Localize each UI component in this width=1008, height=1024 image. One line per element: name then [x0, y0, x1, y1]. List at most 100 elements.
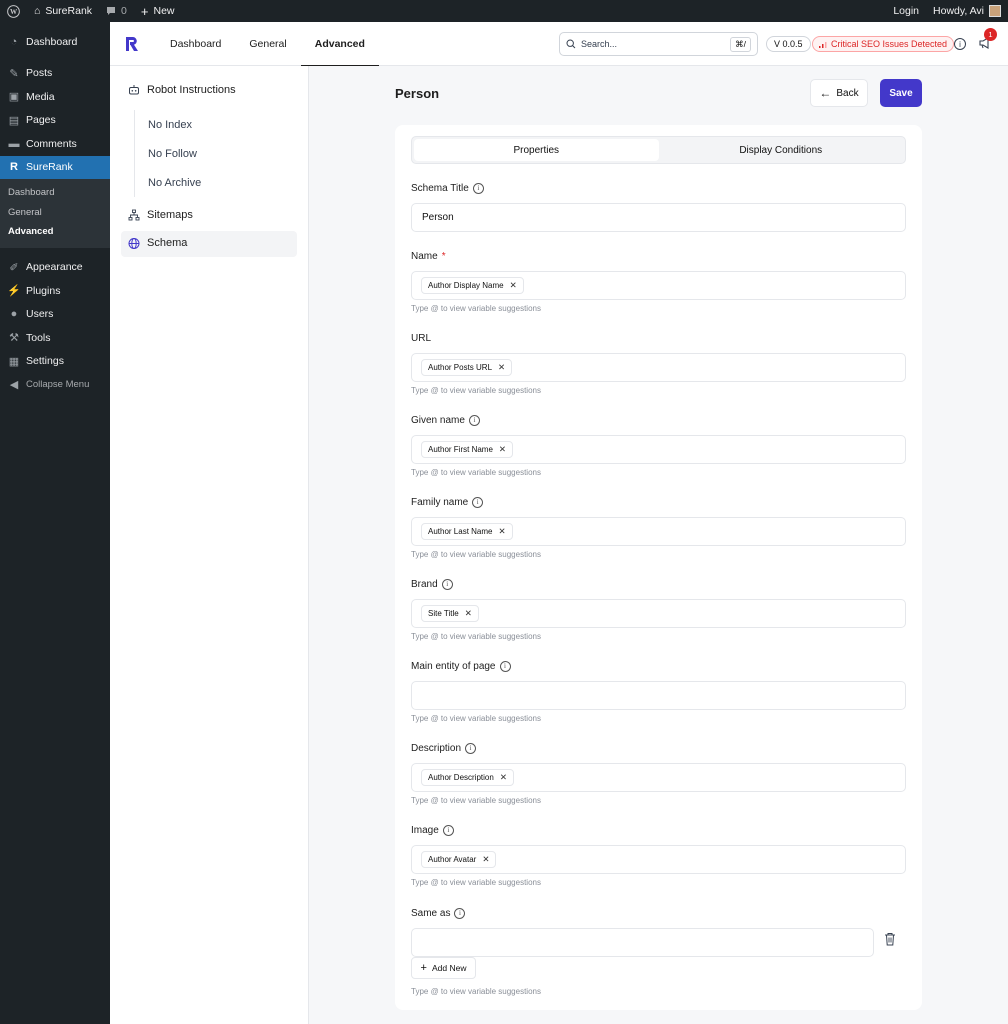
- variable-chip: Author Display Name ✕: [421, 277, 524, 294]
- menu-surerank[interactable]: R SureRank: [0, 155, 110, 179]
- remove-chip-icon[interactable]: ✕: [465, 608, 472, 619]
- tab-display-conditions[interactable]: Display Conditions: [659, 139, 904, 161]
- info-icon[interactable]: i: [499, 660, 511, 672]
- page-title: Person: [395, 86, 440, 101]
- collapse-menu-button[interactable]: ◀ Collapse Menu: [0, 373, 110, 397]
- collapse-icon: ◀: [9, 379, 19, 392]
- seo-alert-badge[interactable]: Critical SEO Issues Detected: [812, 36, 955, 52]
- remove-chip-icon[interactable]: ✕: [500, 772, 507, 783]
- info-icon[interactable]: i: [465, 742, 477, 754]
- brand-input[interactable]: Site Title ✕: [411, 599, 906, 628]
- trash-icon[interactable]: [884, 932, 896, 946]
- menu-media[interactable]: ▣ Media: [0, 85, 110, 109]
- search-icon: [566, 39, 576, 49]
- remove-chip-icon[interactable]: ✕: [510, 280, 517, 291]
- surerank-submenu: Dashboard General Advanced: [0, 179, 110, 248]
- brush-icon: ✐: [9, 261, 19, 274]
- given-name-input[interactable]: Author First Name ✕: [411, 435, 906, 464]
- save-button[interactable]: Save: [880, 79, 922, 107]
- robot-subitems: No Index No Follow No Archive: [134, 110, 201, 197]
- same-as-hint-wrap: Type @ to view variable suggestions: [411, 983, 906, 996]
- remove-chip-icon[interactable]: ✕: [482, 854, 489, 865]
- tab-general[interactable]: General: [235, 22, 300, 66]
- variable-chip: Author Posts URL ✕: [421, 359, 513, 376]
- info-icon[interactable]: i: [454, 907, 466, 919]
- menu-dashboard[interactable]: ◔ Dashboard: [0, 30, 110, 54]
- url-field: URL Author Posts URL ✕ Type @ to view var…: [411, 331, 906, 395]
- sidebar-item-sitemaps[interactable]: Sitemaps: [128, 209, 193, 221]
- notification-count-badge: 1: [984, 28, 997, 41]
- family-name-input[interactable]: Author Last Name ✕: [411, 517, 906, 546]
- surerank-logo-icon[interactable]: [124, 36, 140, 52]
- comment-icon: [107, 7, 116, 15]
- menu-plugins[interactable]: ⚡ Plugins: [0, 279, 110, 303]
- field-hint: Type @ to view variable suggestions: [411, 796, 541, 805]
- comments-link[interactable]: 0: [99, 0, 134, 22]
- variable-chip: Author Last Name ✕: [421, 523, 513, 540]
- menu-comments[interactable]: ▬ Comments: [0, 132, 110, 156]
- sidebar-item-no-archive[interactable]: No Archive: [135, 168, 201, 197]
- info-icon[interactable]: i: [442, 824, 454, 836]
- settings-icon: ▦: [8, 355, 20, 368]
- pin-icon: ✎: [9, 67, 19, 80]
- description-input[interactable]: Author Description ✕: [411, 763, 906, 792]
- info-icon[interactable]: i: [472, 496, 484, 508]
- sidebar-item-no-index[interactable]: No Index: [135, 110, 201, 139]
- menu-tools[interactable]: ⚒ Tools: [0, 326, 110, 350]
- main-entity-input[interactable]: [411, 681, 906, 710]
- menu-settings[interactable]: ▦ Settings: [0, 350, 110, 374]
- menu-users[interactable]: ● Users: [0, 303, 110, 327]
- info-icon[interactable]: i: [472, 182, 484, 194]
- new-content-link[interactable]: + New: [134, 0, 182, 22]
- site-name-link[interactable]: ⌂ SureRank: [27, 0, 99, 22]
- schema-title-input[interactable]: Person: [411, 203, 906, 232]
- submenu-advanced[interactable]: Advanced: [0, 222, 110, 242]
- remove-chip-icon[interactable]: ✕: [499, 444, 506, 455]
- same-as-input[interactable]: [411, 928, 874, 957]
- schema-title-field: Schema Title i Person: [411, 181, 906, 232]
- info-icon[interactable]: i: [468, 414, 480, 426]
- help-info-icon[interactable]: i: [954, 38, 966, 50]
- robot-icon: [128, 84, 140, 96]
- tab-dashboard[interactable]: Dashboard: [156, 22, 235, 66]
- field-hint: Type @ to view variable suggestions: [411, 550, 541, 559]
- field-hint: Type @ to view variable suggestions: [411, 304, 541, 313]
- description-field: Description i Author Description ✕ Type @…: [411, 741, 906, 805]
- svg-text:W: W: [10, 8, 18, 16]
- plugin-header: Dashboard General Advanced Search... ⌘/ …: [110, 22, 1008, 66]
- back-button[interactable]: ← Back: [810, 79, 868, 107]
- sidebar-item-no-follow[interactable]: No Follow: [135, 139, 201, 168]
- menu-appearance[interactable]: ✐ Appearance: [0, 256, 110, 280]
- name-input[interactable]: Author Display Name ✕: [411, 271, 906, 300]
- pages-icon: ▤: [8, 114, 20, 127]
- tab-properties[interactable]: Properties: [414, 139, 659, 161]
- media-icon: ▣: [8, 91, 20, 104]
- user-icon: ●: [10, 308, 18, 321]
- submenu-general[interactable]: General: [0, 203, 110, 223]
- field-hint: Type @ to view variable suggestions: [411, 987, 541, 996]
- info-icon[interactable]: i: [441, 578, 453, 590]
- search-input[interactable]: Search... ⌘/: [559, 32, 758, 56]
- login-link[interactable]: Login: [886, 0, 926, 22]
- sidebar-item-robot-instructions[interactable]: Robot Instructions: [128, 84, 236, 96]
- sitemap-icon: [128, 209, 140, 221]
- remove-chip-icon[interactable]: ✕: [498, 362, 505, 373]
- menu-posts[interactable]: ✎ Posts: [0, 62, 110, 86]
- submenu-dashboard[interactable]: Dashboard: [0, 183, 110, 203]
- sidebar-item-schema[interactable]: Schema: [128, 237, 187, 249]
- wp-admin-bar: W ⌂ SureRank 0 + New Login Howdy, Avi: [0, 0, 1008, 22]
- url-input[interactable]: Author Posts URL ✕: [411, 353, 906, 382]
- avatar: [989, 5, 1001, 17]
- variable-chip: Author Description ✕: [421, 769, 514, 786]
- wordpress-logo-icon[interactable]: W: [0, 0, 27, 22]
- plus-icon: +: [420, 962, 427, 974]
- tab-advanced[interactable]: Advanced: [300, 22, 380, 66]
- account-menu[interactable]: Howdy, Avi: [926, 0, 1008, 22]
- add-new-button[interactable]: + Add New: [411, 957, 476, 979]
- comment-icon: ▬: [8, 137, 20, 150]
- remove-chip-icon[interactable]: ✕: [498, 526, 505, 537]
- image-input[interactable]: Author Avatar ✕: [411, 845, 906, 874]
- field-hint: Type @ to view variable suggestions: [411, 386, 541, 395]
- home-icon: ⌂: [34, 5, 41, 17]
- menu-pages[interactable]: ▤ Pages: [0, 109, 110, 133]
